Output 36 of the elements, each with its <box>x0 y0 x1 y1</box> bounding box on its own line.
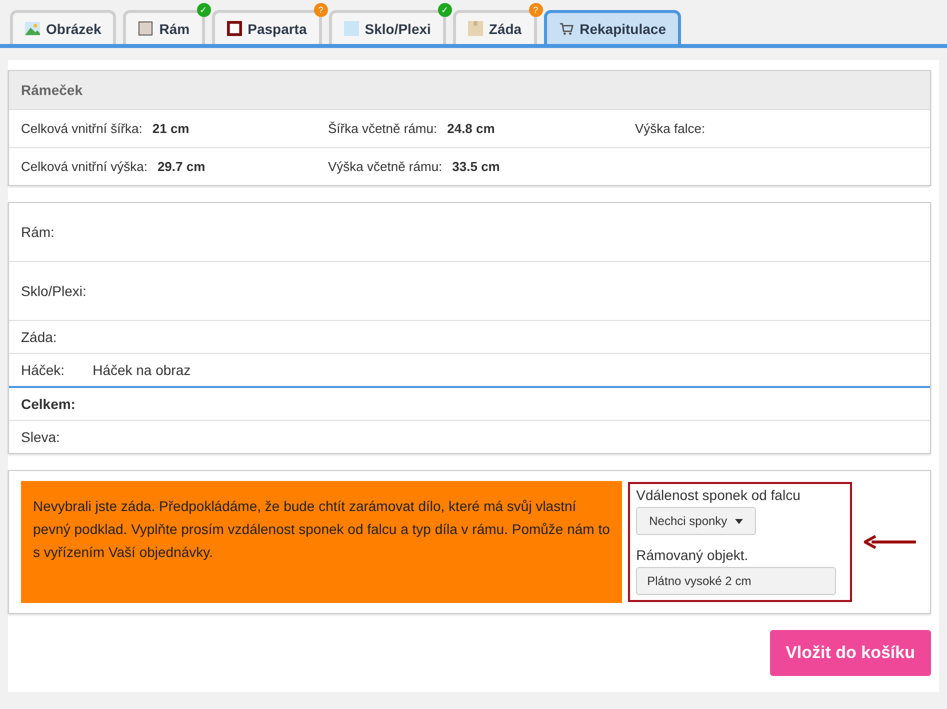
item-value: Háček na obraz <box>92 362 191 378</box>
box-icon <box>468 21 483 36</box>
warning-message: Nevybrali jste záda. Předpokládáme, že bude chtít zarámovat dílo, které má svůj vlastní pevný podklad. Vyplňte prosím vzdálenost sponek od falcu a typ díla v rámu. Pomůže nám to s vyřízením Vaší objednávky. <box>21 481 622 603</box>
field-label: Šířka včetně rámu: <box>328 121 438 136</box>
caret-icon <box>735 518 744 524</box>
status-badge: ✓ <box>196 3 211 17</box>
arrow-icon <box>864 535 918 549</box>
status-badge: ✓ <box>438 3 452 17</box>
section-title: Rámeček <box>9 71 930 110</box>
field-value: 33.5 cm <box>452 159 500 174</box>
tab[interactable]: Rekapitulace <box>544 10 681 44</box>
landscape-icon <box>25 21 40 36</box>
item-label: Sleva: <box>21 429 60 445</box>
cart-icon <box>558 21 574 36</box>
field-label: Výška včetně rámu: <box>328 159 442 174</box>
field-value: 21 cm <box>152 121 190 136</box>
square-icon <box>226 21 242 36</box>
item-label: Sklo/Plexi: <box>21 283 86 299</box>
field-label: Celková vnitřní šířka: <box>21 121 142 136</box>
item-label: Háček: <box>21 362 65 378</box>
field-label: Vdálenost sponek od falcu <box>636 487 800 503</box>
field-value: 24.8 cm <box>447 121 495 136</box>
field-label: Celková vnitřní výška: <box>21 159 148 174</box>
square-icon <box>138 21 154 36</box>
square-icon <box>344 21 359 36</box>
item-label: Rám: <box>21 224 54 240</box>
status-badge: ? <box>314 3 328 17</box>
field-label: Rámovaný objekt. <box>636 547 748 563</box>
field-label: Výška falce: <box>635 121 706 136</box>
field-value: 29.7 cm <box>157 159 206 174</box>
item-label: Celkem: <box>21 396 76 412</box>
item-label: Záda: <box>21 329 57 345</box>
tab[interactable]: Obrázek <box>10 10 116 44</box>
status-badge: ? <box>528 3 543 17</box>
input-field[interactable]: Plátno vysoké 2 cm <box>636 567 836 595</box>
dropdown[interactable]: Nechci sponky <box>636 507 756 535</box>
